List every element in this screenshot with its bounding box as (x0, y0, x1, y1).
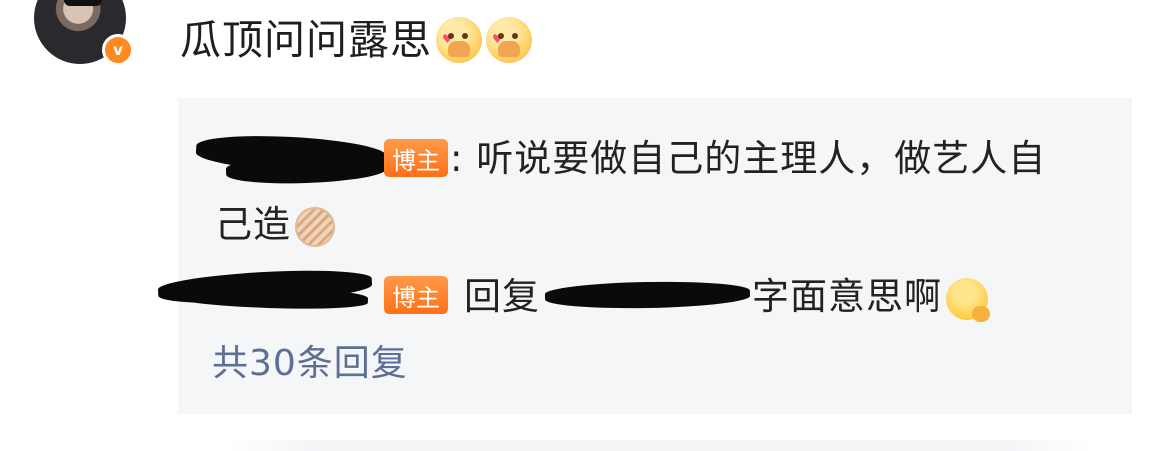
reply-text-line1: 听说要做自己的主理人，做艺人自 (463, 137, 1047, 180)
reply-text-line2: 己造 (215, 203, 291, 246)
reply-text-body: 字面意思啊 (752, 270, 990, 324)
verified-badge-icon: v (102, 34, 134, 66)
reply-text: : 听说要做自己的主理人，做艺人自 (450, 132, 1046, 186)
reply-text-continued: 己造 (215, 198, 335, 252)
bubble-emoji-icon (295, 206, 335, 247)
thinking-emoji-icon (946, 277, 990, 322)
heart-face-emoji-icon: ♥ (486, 17, 532, 63)
post-text: 瓜顶问问露思 (180, 16, 432, 64)
reply-colon: : (450, 137, 464, 180)
more-replies-link[interactable]: 共30条回复 (212, 334, 408, 386)
reply-text-main: 字面意思啊 (752, 275, 942, 318)
post-content: 瓜顶问问露思 ♥ ♥ (180, 14, 532, 66)
blogger-tag: 博主 (384, 276, 448, 314)
reply-word: 回复 (464, 275, 540, 318)
sunglasses-graphic (64, 0, 102, 6)
next-comment-peek (230, 440, 1090, 451)
blogger-tag: 博主 (384, 139, 448, 177)
heart-face-emoji-icon: ♥ (436, 17, 482, 63)
reply-text: 回复 (464, 270, 540, 324)
